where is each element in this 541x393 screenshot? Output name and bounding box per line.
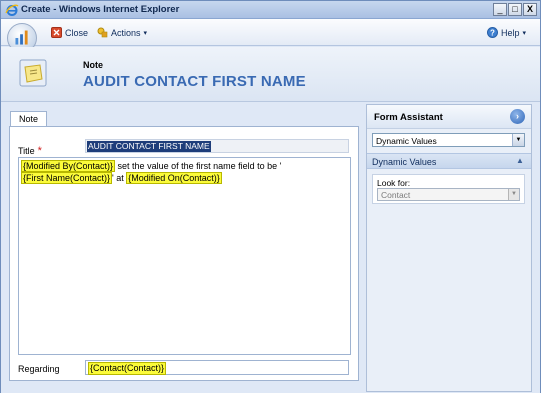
section-label: Dynamic Values [372, 157, 437, 167]
close-window-button[interactable]: X [523, 3, 537, 16]
close-icon [51, 27, 62, 38]
main-area: Note Title * AUDIT CONTACT FIRST NAME {Mo… [1, 103, 540, 393]
description-text: set the value of the first name field to… [115, 161, 282, 171]
tab-note[interactable]: Note [10, 111, 47, 127]
title-label-text: Title [18, 146, 35, 156]
look-for-dropdown[interactable]: Contact ▼ [377, 188, 520, 201]
dynamic-values-section-header[interactable]: Dynamic Values ▲ [367, 153, 531, 169]
description-text: ' at [112, 173, 127, 183]
description-line: {Modified By(Contact)} set the value of … [21, 160, 282, 172]
look-for-box: Look for: Contact ▼ [372, 174, 525, 204]
note-entity-icon [19, 59, 47, 87]
close-button[interactable]: Close [51, 27, 88, 38]
help-icon: ? [487, 27, 498, 38]
minimize-button[interactable]: _ [493, 3, 507, 16]
dynamic-value-slug[interactable]: {Modified By(Contact)} [21, 160, 116, 172]
collapse-icon[interactable]: ▲ [516, 156, 524, 165]
help-label: Help [501, 27, 520, 38]
page-title: AUDIT CONTACT FIRST NAME [83, 73, 306, 90]
chevron-right-icon[interactable]: › [510, 109, 525, 124]
browser-window: Create - Windows Internet Explorer _ □ X… [0, 0, 541, 393]
actions-label: Actions [111, 27, 141, 38]
record-header: Note AUDIT CONTACT FIRST NAME [1, 47, 540, 102]
dynamic-value-slug[interactable]: {Modified On(Contact)} [126, 172, 222, 184]
look-for-label: Look for: [377, 178, 411, 188]
chevron-down-icon: ▾ [143, 29, 148, 37]
regarding-field-label: Regarding [18, 364, 60, 374]
ie-icon [5, 4, 19, 16]
chevron-down-icon: ▾ [522, 29, 527, 37]
form-assistant-header: Form Assistant › [367, 105, 531, 129]
window-title: Create - Windows Internet Explorer [21, 4, 180, 15]
dropdown-arrow-icon[interactable]: ▼ [508, 189, 519, 200]
dropdown-value: Dynamic Values [376, 136, 437, 146]
description-textarea[interactable]: {Modified By(Contact)} set the value of … [18, 157, 351, 355]
help-menu[interactable]: ? Help ▾ [487, 27, 526, 38]
entity-type-label: Note [83, 60, 103, 70]
title-field[interactable]: AUDIT CONTACT FIRST NAME [85, 139, 349, 153]
actions-menu[interactable]: Actions ▾ [97, 27, 147, 38]
toolbar: Close Actions ▾ ? Help ▾ [1, 19, 540, 53]
svg-text:?: ? [490, 28, 495, 37]
maximize-button[interactable]: □ [508, 3, 522, 16]
title-bar: Create - Windows Internet Explorer _ □ X [1, 1, 540, 19]
dynamic-value-slug[interactable]: {First Name(Contact)} [21, 172, 113, 184]
regarding-field[interactable]: {Contact(Contact)} [85, 360, 349, 375]
close-label: Close [65, 27, 89, 38]
description-line: {First Name(Contact)} ' at {Modified On(C… [21, 172, 222, 184]
dynamic-values-dropdown[interactable]: Dynamic Values ▼ [372, 133, 525, 147]
title-field-value: AUDIT CONTACT FIRST NAME [87, 141, 211, 152]
form-panel: Title * AUDIT CONTACT FIRST NAME {Modifie… [9, 126, 359, 381]
look-for-value: Contact [381, 190, 411, 200]
form-assistant-title: Form Assistant [374, 112, 443, 123]
dropdown-arrow-icon[interactable]: ▼ [512, 134, 524, 146]
title-field-label: Title * [18, 145, 42, 157]
required-marker: * [37, 145, 42, 157]
dynamic-value-slug[interactable]: {Contact(Contact)} [88, 362, 167, 375]
actions-icon [97, 27, 108, 38]
form-assistant-panel: Form Assistant › Dynamic Values ▼ Dynami… [366, 104, 532, 392]
